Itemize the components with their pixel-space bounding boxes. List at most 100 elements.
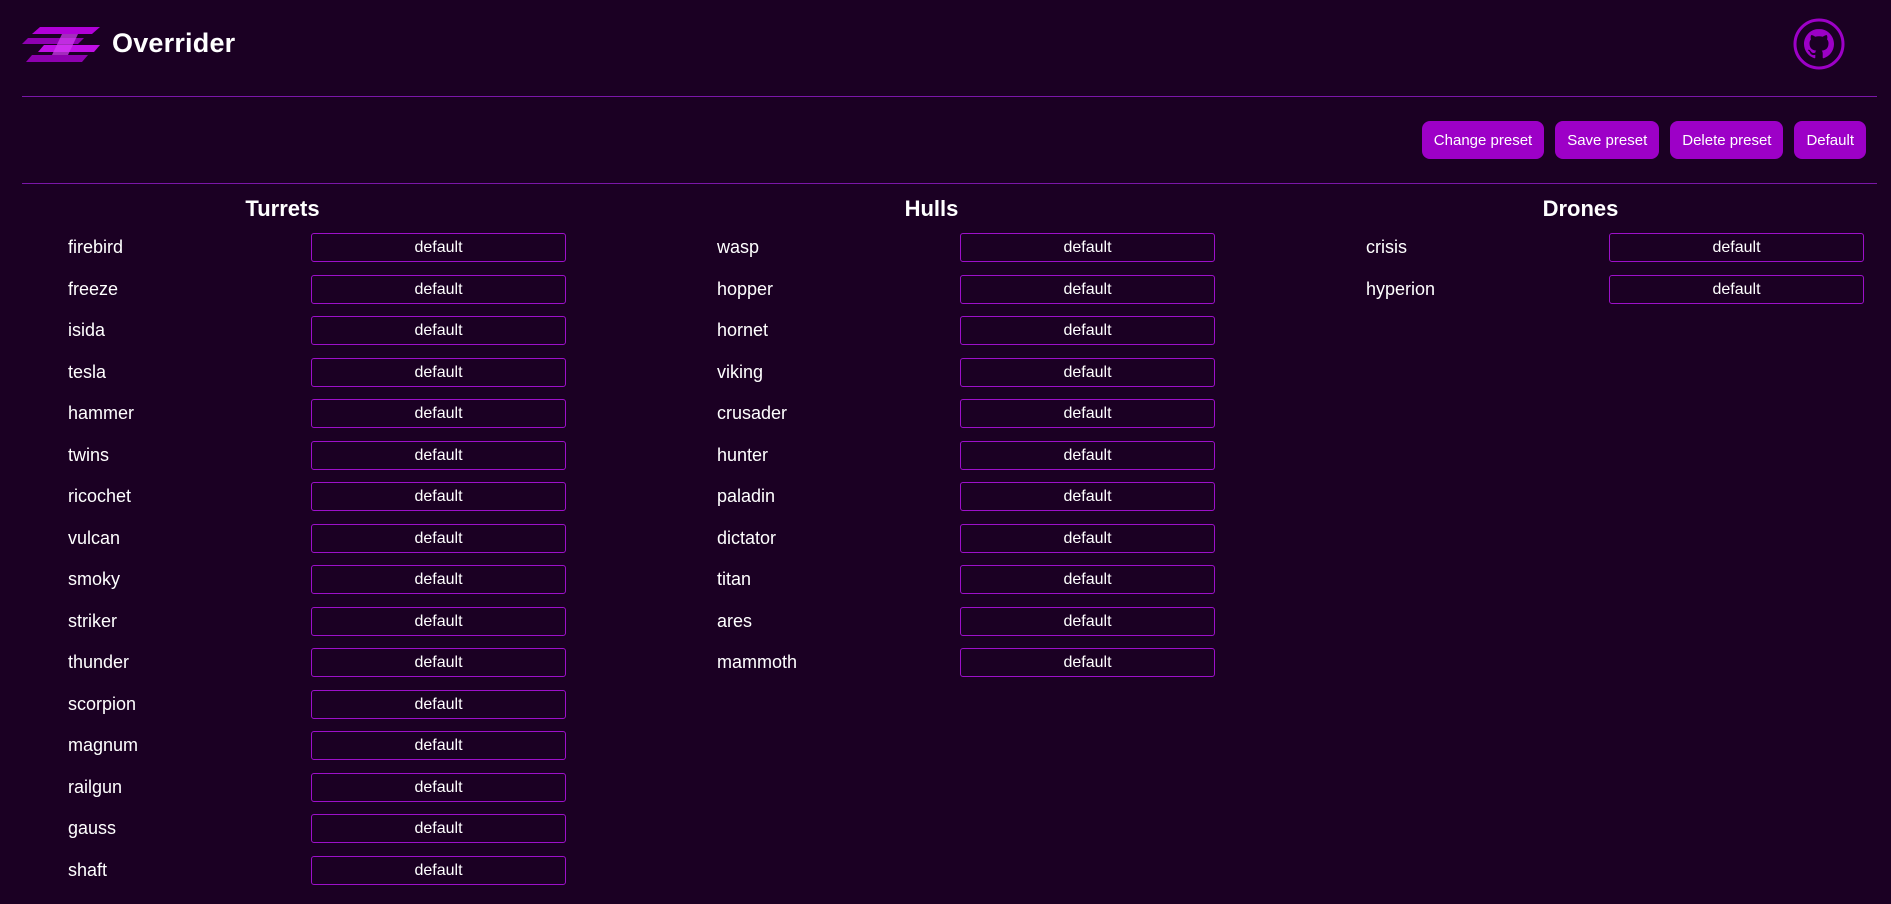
hulls-item-label: dictator	[717, 527, 777, 548]
hulls-item-label: viking	[717, 361, 764, 382]
drones-skin-select[interactable]: default	[1609, 233, 1864, 262]
drones-row: hyperion default	[1320, 274, 1864, 317]
turrets-skin-select[interactable]: default	[311, 233, 566, 262]
turrets-skin-select[interactable]: default	[311, 523, 566, 553]
hulls-item-label: crusader	[717, 403, 788, 423]
hulls-item-label: paladin	[717, 486, 776, 506]
hulls-skin-select[interactable]: default	[960, 523, 1215, 553]
hulls-row: dictator default	[671, 523, 1215, 566]
turrets-item-label: isida	[68, 320, 106, 340]
turrets-row: railgun default	[22, 772, 566, 815]
turrets-item-label: thunder	[68, 652, 130, 672]
hulls-skin-select[interactable]: default	[960, 440, 1215, 470]
hulls-item-label: titan	[717, 569, 752, 589]
drones-column: Drones crisis default hyperion default	[1320, 195, 1864, 304]
hulls-item-label: wasp	[717, 237, 760, 257]
hulls-skin-select[interactable]: default	[960, 565, 1215, 594]
drones-heading: Drones	[1542, 196, 1619, 221]
hulls-column: Hulls wasp default hopper default hornet defa…	[671, 195, 1215, 677]
hulls-item-label: hornet	[717, 320, 769, 340]
hulls-skin-select[interactable]: default	[960, 482, 1215, 511]
turrets-skin-select[interactable]: default	[311, 565, 566, 594]
turrets-item-label: shaft	[68, 859, 108, 880]
turrets-item-label: ricochet	[68, 486, 132, 506]
turrets-row: smoky default	[22, 565, 566, 607]
hulls-list: wasp default hopper default hornet default vik…	[671, 233, 1215, 690]
turrets-heading: Turrets	[245, 196, 320, 221]
turrets-row: hammer default	[22, 399, 566, 441]
turrets-skin-select[interactable]: default	[311, 482, 566, 511]
hulls-row: crusader default	[671, 399, 1215, 441]
hulls-row: paladin default	[671, 482, 1215, 524]
hulls-item-label: ares	[717, 610, 753, 631]
hulls-row: hopper default	[671, 274, 1215, 317]
default-button[interactable]: Default	[1794, 121, 1866, 159]
hulls-row: wasp default	[671, 233, 1215, 275]
turrets-row: vulcan default	[22, 523, 566, 566]
turrets-item-label: firebird	[68, 237, 124, 257]
change-preset-button[interactable]: Change preset	[1421, 121, 1545, 159]
turrets-skin-select[interactable]: default	[311, 357, 566, 387]
turrets-skin-select[interactable]: default	[311, 731, 566, 760]
hulls-heading: Hulls	[904, 196, 959, 221]
turrets-column: Turrets firebird default freeze default isid…	[22, 195, 566, 885]
hulls-skin-select[interactable]: default	[960, 606, 1215, 636]
turrets-item-label: magnum	[68, 735, 139, 755]
delete-preset-button[interactable]: Delete preset	[1670, 121, 1784, 159]
hulls-item-label: hunter	[717, 444, 769, 465]
turrets-item-label: vulcan	[68, 527, 121, 548]
turrets-skin-select[interactable]: default	[311, 606, 566, 636]
hulls-row: ares default	[671, 606, 1215, 649]
turrets-skin-select[interactable]: default	[311, 274, 566, 304]
overrider-logo	[22, 27, 100, 62]
hulls-row: hunter default	[671, 440, 1215, 483]
hulls-skin-select[interactable]: default	[960, 399, 1215, 428]
hulls-row: hornet default	[671, 316, 1215, 358]
app-title: Overrider	[112, 28, 236, 58]
drones-skin-select[interactable]: default	[1609, 274, 1864, 304]
header: Overrider	[22, 0, 1877, 97]
turrets-row: ricochet default	[22, 482, 566, 524]
turrets-row: tesla default	[22, 357, 566, 400]
turrets-list: firebird default freeze default isida default…	[22, 233, 566, 897]
turrets-skin-select[interactable]: default	[311, 316, 566, 345]
drones-list: crisis default hyperion default	[1320, 233, 1864, 317]
turrets-row: firebird default	[22, 233, 566, 275]
turrets-item-label: smoky	[68, 569, 121, 589]
drones-row: crisis default	[1320, 233, 1864, 275]
hulls-row: viking default	[671, 357, 1215, 400]
turrets-skin-select[interactable]: default	[311, 689, 566, 719]
turrets-item-label: hammer	[68, 403, 135, 423]
turrets-row: freeze default	[22, 274, 566, 317]
preset-toolbar: Change preset Save preset Delete preset …	[22, 96, 1877, 184]
hulls-skin-select[interactable]: default	[960, 274, 1215, 304]
turrets-item-label: gauss	[68, 818, 117, 838]
hulls-row: titan default	[671, 565, 1215, 607]
turrets-skin-select[interactable]: default	[311, 440, 566, 470]
github-icon[interactable]	[1793, 18, 1845, 70]
turrets-row: gauss default	[22, 814, 566, 856]
turrets-skin-select[interactable]: default	[311, 399, 566, 428]
turrets-row: twins default	[22, 440, 566, 483]
hulls-skin-select[interactable]: default	[960, 357, 1215, 387]
turrets-item-label: freeze	[68, 278, 119, 299]
hulls-skin-select[interactable]: default	[960, 233, 1215, 262]
turrets-skin-select[interactable]: default	[311, 772, 566, 802]
turrets-item-label: twins	[68, 444, 110, 465]
turrets-item-label: striker	[68, 610, 117, 631]
turrets-item-label: tesla	[68, 361, 107, 382]
turrets-row: magnum default	[22, 731, 566, 773]
hulls-row: mammoth default	[671, 648, 1215, 690]
hulls-skin-select[interactable]: default	[960, 648, 1215, 677]
hulls-skin-select[interactable]: default	[960, 316, 1215, 345]
hulls-item-label: hopper	[717, 278, 774, 299]
app-root: Overrider Change preset Save preset Dele…	[0, 0, 1891, 904]
turrets-skin-select[interactable]: default	[311, 855, 566, 885]
hulls-item-label: mammoth	[717, 652, 798, 672]
turrets-skin-select[interactable]: default	[311, 814, 566, 843]
turrets-item-label: railgun	[68, 776, 123, 797]
turrets-skin-select[interactable]: default	[311, 648, 566, 677]
save-preset-button[interactable]: Save preset	[1555, 121, 1660, 159]
turrets-row: striker default	[22, 606, 566, 649]
toolbar-buttons: Change preset Save preset Delete preset …	[1421, 121, 1866, 159]
